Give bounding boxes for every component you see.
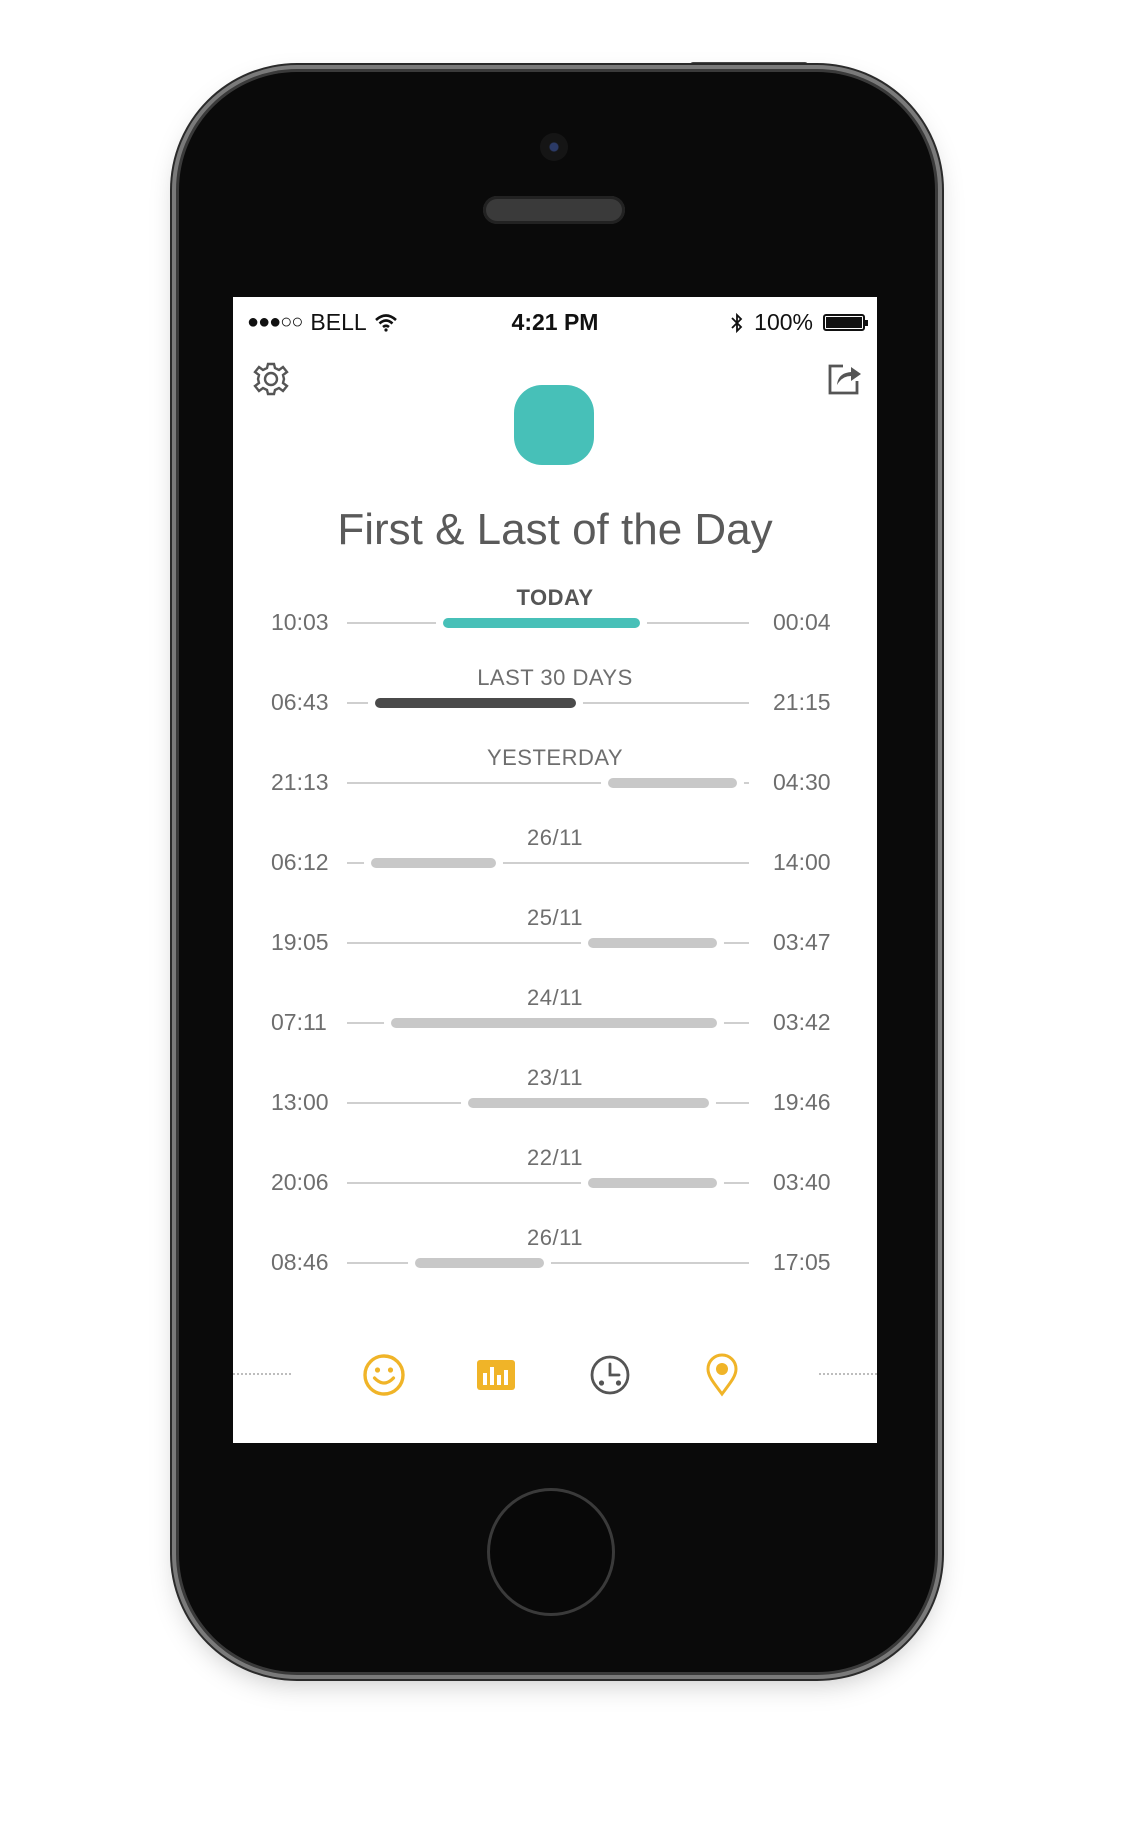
- day-label: 26/11: [527, 825, 583, 850]
- timeline-track: [347, 698, 749, 708]
- battery-icon: [823, 314, 868, 331]
- first-time: 19:05: [271, 929, 329, 955]
- last-time: 03:42: [773, 1009, 831, 1035]
- timeline-bar: [375, 698, 576, 708]
- day-row[interactable]: 23/11 13:00 19:46: [233, 1065, 877, 1145]
- front-camera: [540, 133, 568, 161]
- day-label: 24/11: [527, 985, 583, 1010]
- share-icon[interactable]: [823, 357, 867, 401]
- timeline-track: [347, 1258, 749, 1268]
- battery-fill: [826, 317, 862, 328]
- app-logo: [514, 385, 594, 465]
- day-label: 23/11: [527, 1065, 583, 1090]
- timeline-bar: [468, 1098, 709, 1108]
- day-row[interactable]: TODAY 10:03 00:04: [233, 585, 877, 665]
- last-time: 14:00: [773, 849, 831, 875]
- tab-bar-divider-left: [233, 1373, 291, 1375]
- first-time: 13:00: [271, 1089, 329, 1115]
- timeline-bar: [443, 618, 640, 628]
- day-row[interactable]: 26/11 08:46 17:05: [233, 1225, 877, 1305]
- status-bar: ●●●○○ BELL 4:21 PM 100%: [233, 297, 877, 349]
- last-time: 17:05: [773, 1249, 831, 1275]
- first-time: 21:13: [271, 769, 329, 795]
- day-label: 26/11: [527, 1225, 583, 1250]
- tab-bar: [233, 1339, 877, 1409]
- battery-percent: 100%: [754, 309, 813, 335]
- day-label: 22/11: [527, 1145, 583, 1170]
- last-time: 03:40: [773, 1169, 831, 1195]
- bluetooth-icon: [731, 312, 743, 333]
- first-time: 20:06: [271, 1169, 329, 1195]
- first-time: 06:12: [271, 849, 329, 875]
- timeline-track: [347, 618, 749, 628]
- day-list: TODAY 10:03 00:04 LAST 30 DAYS 06:43 21:15 YES…: [233, 585, 877, 1305]
- day-row[interactable]: YESTERDAY 21:13 04:30: [233, 745, 877, 825]
- last-time: 03:47: [773, 929, 831, 955]
- last-time: 21:15: [773, 689, 831, 715]
- day-label: 25/11: [527, 905, 583, 930]
- day-label: YESTERDAY: [486, 745, 624, 770]
- day-label: LAST 30 DAYS: [477, 665, 633, 690]
- app-screen: ●●●○○ BELL 4:21 PM 100% First & Last of …: [233, 297, 877, 1443]
- first-time: 08:46: [271, 1249, 329, 1275]
- timeline-bar: [588, 938, 717, 948]
- day-row[interactable]: 22/11 20:06 03:40: [233, 1145, 877, 1225]
- earpiece-speaker: [483, 196, 625, 224]
- timeline-track: [347, 1098, 749, 1108]
- first-time: 07:11: [271, 1009, 327, 1035]
- tab-bar-divider-right: [819, 1373, 877, 1375]
- timeline-bar: [608, 778, 737, 788]
- first-time: 06:43: [271, 689, 329, 715]
- first-time: 10:03: [271, 609, 329, 635]
- last-time: 19:46: [773, 1089, 831, 1115]
- bar-chart-icon[interactable]: [472, 1351, 520, 1399]
- day-row[interactable]: 25/11 19:05 03:47: [233, 905, 877, 985]
- timeline-bar: [371, 858, 496, 868]
- timeline-bar: [415, 1258, 544, 1268]
- day-row[interactable]: 26/11 06:12 14:00: [233, 825, 877, 905]
- clock-icon[interactable]: [586, 1351, 634, 1399]
- last-time: 04:30: [773, 769, 831, 795]
- location-pin-icon[interactable]: [698, 1351, 746, 1399]
- timeline-bar: [391, 1018, 717, 1028]
- timeline-track: [347, 938, 749, 948]
- timeline-bar: [588, 1178, 717, 1188]
- timeline-track: [347, 1018, 749, 1028]
- last-time: 00:04: [773, 609, 831, 635]
- timeline-track: [347, 1178, 749, 1188]
- day-row[interactable]: 24/11 07:11 03:42: [233, 985, 877, 1065]
- smiley-icon[interactable]: [360, 1351, 408, 1399]
- timeline-track: [347, 778, 749, 788]
- timeline-track: [347, 858, 749, 868]
- day-row[interactable]: LAST 30 DAYS 06:43 21:15: [233, 665, 877, 745]
- day-label: TODAY: [516, 585, 594, 610]
- home-button[interactable]: [487, 1488, 615, 1616]
- page-title: First & Last of the Day: [337, 505, 773, 554]
- gear-icon[interactable]: [249, 357, 293, 401]
- status-right: 100%: [730, 309, 868, 336]
